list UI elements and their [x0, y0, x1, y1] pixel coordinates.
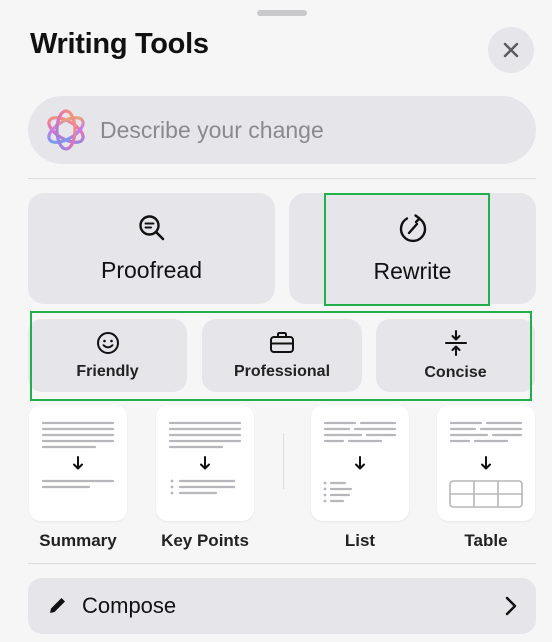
proofread-label: Proofread	[100, 257, 202, 283]
friendly-button[interactable]: Friendly	[28, 319, 187, 392]
describe-change-field[interactable]	[28, 96, 536, 164]
summary-card[interactable]	[29, 405, 127, 521]
close-icon	[503, 42, 519, 58]
table-card[interactable]	[437, 405, 535, 521]
compress-icon	[444, 329, 467, 356]
format-separator	[283, 433, 284, 489]
key-points-icon	[168, 421, 242, 495]
divider	[28, 563, 536, 564]
rewrite-label: Rewrite	[373, 258, 452, 284]
sheet-grabber[interactable]	[257, 10, 307, 16]
rewrite-button[interactable]: Rewrite	[289, 193, 536, 304]
proofread-button[interactable]: Proofread	[28, 193, 275, 304]
compose-button[interactable]: Compose	[28, 578, 536, 634]
friendly-label: Friendly	[76, 362, 139, 380]
close-button[interactable]	[488, 27, 534, 73]
summary-icon	[41, 421, 115, 489]
list-label: List	[344, 531, 376, 550]
compose-label: Compose	[82, 593, 177, 618]
professional-button[interactable]: Professional	[202, 319, 362, 392]
briefcase-icon	[270, 331, 294, 353]
concise-label: Concise	[424, 363, 487, 381]
apple-intelligence-icon	[47, 109, 85, 151]
key-points-label: Key Points	[161, 531, 249, 550]
table-icon	[449, 421, 523, 508]
list-card[interactable]	[311, 405, 409, 521]
page-title: Writing Tools	[30, 28, 209, 60]
magnifier-icon	[138, 215, 164, 241]
concise-button[interactable]: Concise	[376, 319, 535, 392]
rewrite-icon	[399, 214, 426, 243]
table-label: Table	[464, 531, 508, 550]
chevron-right-icon	[505, 596, 517, 616]
pencil-icon	[50, 598, 65, 613]
professional-label: Professional	[233, 362, 331, 380]
divider	[28, 178, 536, 179]
list-icon	[323, 421, 397, 503]
summary-label: Summary	[39, 531, 117, 550]
key-points-card[interactable]	[156, 405, 254, 521]
smiley-icon	[96, 331, 119, 354]
describe-change-input[interactable]	[100, 116, 536, 144]
